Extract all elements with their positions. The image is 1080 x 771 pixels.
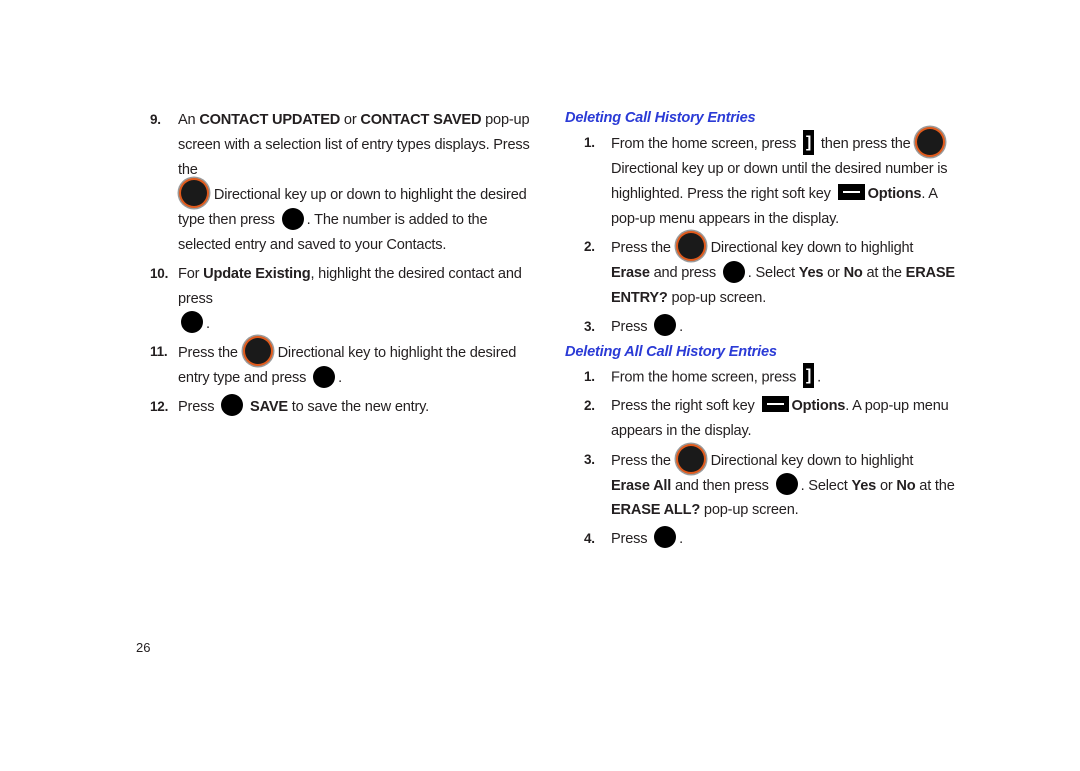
delete-all-step-2: 2. Press the right soft key Options. A p…: [565, 394, 955, 444]
step-9: 9. An CONTACT UPDATED or CONTACT SAVED p…: [150, 108, 535, 258]
directional-key-icon: [181, 180, 207, 207]
delete-entry-step-2: 2. Press the Directional key down to hig…: [565, 233, 955, 311]
step-number: 12.: [150, 399, 169, 415]
delete-entry-step-3: 3. Press .: [565, 314, 955, 340]
section-heading: Deleting Call History Entries: [565, 110, 756, 126]
step-number: 11.: [150, 344, 168, 360]
end-key-icon: ]: [803, 362, 815, 388]
ok-key-icon: [221, 394, 244, 417]
left-column: 9. An CONTACT UPDATED or CONTACT SAVED p…: [150, 108, 535, 424]
delete-all-step-4: 4. Press .: [565, 526, 955, 552]
ok-key-icon: [722, 260, 745, 283]
directional-key-icon: [677, 445, 704, 472]
delete-all-step-1: 1. From the home screen, press ].: [565, 362, 955, 390]
ok-key-icon: [181, 310, 203, 333]
step-11: 11. Press the Directional key to highlig…: [150, 338, 535, 391]
ok-key-icon: [654, 314, 677, 337]
step-number: 10.: [150, 265, 169, 281]
right-column: Deleting Call History Entries 1. From th…: [565, 108, 955, 556]
section-heading: Deleting All Call History Entries: [565, 343, 777, 360]
step-number: 4.: [584, 531, 595, 547]
step-number: 3.: [584, 451, 595, 467]
right-soft-key-icon: [761, 396, 789, 413]
step-number: 9.: [150, 112, 161, 127]
step-10: 10. For Update Existing, highlight the d…: [150, 262, 535, 336]
step-number: 1.: [584, 368, 595, 384]
ok-key-icon: [775, 472, 798, 495]
directional-key-icon: [244, 338, 271, 365]
step-number: 3.: [584, 318, 595, 334]
step-number: 1.: [584, 135, 595, 150]
ok-key-icon: [654, 526, 677, 549]
ok-key-icon: [313, 365, 336, 388]
delete-all-step-3: 3. Press the Directional key down to hig…: [565, 445, 955, 524]
end-key-icon: ]: [803, 129, 815, 155]
ok-key-icon: [281, 207, 304, 230]
step-12: 12. Press SAVE to save the new entry.: [150, 394, 535, 420]
directional-key-icon: [917, 129, 944, 155]
delete-entry-step-1: 1. From the home screen, press ] then pr…: [565, 129, 955, 231]
directional-key-icon: [677, 233, 704, 260]
step-number: 2.: [584, 397, 595, 413]
right-soft-key-icon: [837, 183, 865, 200]
step-number: 2.: [584, 239, 595, 255]
page-number: 26: [136, 640, 151, 655]
